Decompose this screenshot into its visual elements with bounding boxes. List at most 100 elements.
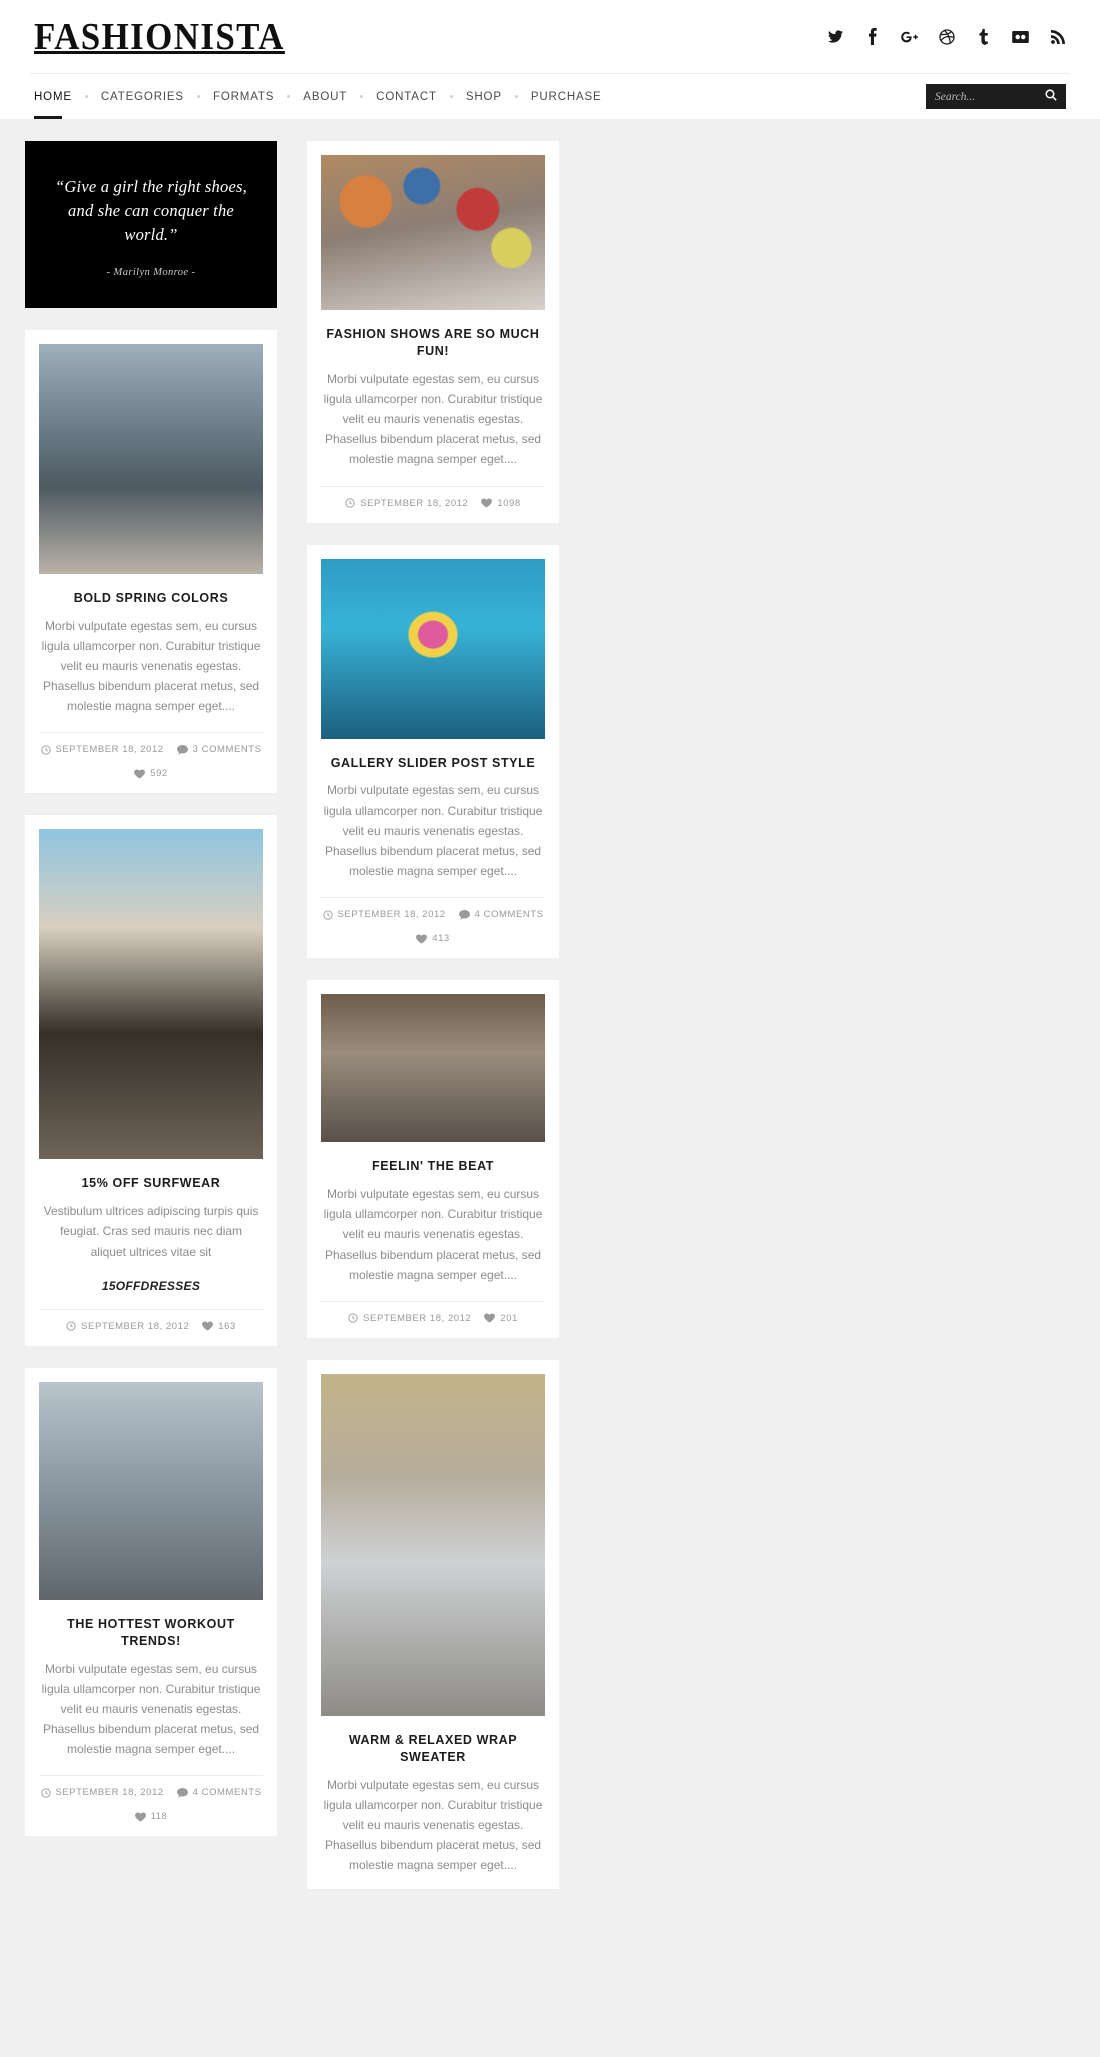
search-form [926,84,1066,109]
header-top-row: FASHIONISTA [30,0,1070,73]
coupon-code: 15OFFDRESSES [101,1278,201,1293]
post-likes[interactable]: 118 [134,1811,168,1823]
post-comments-label: 4 COMMENTS [474,909,544,921]
post-comments[interactable]: 4 COMMENTS [458,909,544,921]
post-meta: SEPTEMBER 18, 2012 4 COMMENTS 118 [39,1775,263,1822]
post-thumbnail[interactable] [321,155,545,310]
search-icon [1045,89,1057,104]
post-image [39,1381,263,1600]
post-likes[interactable]: 163 [202,1321,236,1332]
post-title[interactable]: 15% OFF SURFWEAR [39,1175,263,1192]
nav-item-shop[interactable]: SHOP [453,74,515,119]
quote-author: - Marilyn Monroe - [106,266,196,278]
post-likes[interactable]: 1098 [481,498,520,509]
post-excerpt: Morbi vulputate egestas sem, eu cursus l… [323,1187,543,1282]
nav-item-home[interactable]: HOME [34,74,85,119]
post-comments[interactable]: 4 COMMENTS [176,1787,262,1799]
post-date-label: SEPTEMBER 18, 2012 [360,497,469,509]
post-date[interactable]: SEPTEMBER 18, 2012 [348,1313,471,1324]
post-date-label: SEPTEMBER 18, 2012 [55,1787,164,1799]
post-thumbnail[interactable] [39,829,263,1160]
heart-icon [134,769,146,779]
post-likes-count: 1098 [497,497,521,509]
post-likes-count: 163 [218,1320,236,1332]
flickr-icon[interactable] [1012,27,1029,47]
masonry-column-right: FASHION SHOWS ARE SO MUCH FUN! Morbi vul… [307,141,559,1911]
post-likes[interactable]: 592 [134,768,168,779]
post-comments-label: 4 COMMENTS [192,1787,262,1799]
post-meta: SEPTEMBER 18, 2012 163 [39,1308,263,1332]
post-excerpt: Morbi vulputate egestas sem, eu cursus l… [323,783,543,879]
nav-item-about[interactable]: ABOUT [290,74,360,119]
post-likes-count: 118 [150,1811,168,1823]
post-thumbnail[interactable] [39,343,263,574]
post-image [39,829,263,1160]
post-meta: SEPTEMBER 18, 2012 3 COMMENTS 592 [39,732,263,779]
post-date-label: SEPTEMBER 18, 2012 [363,1312,472,1324]
post-likes-count: 592 [150,768,168,780]
post-excerpt: Morbi vulputate egestas sem, eu cursus l… [41,1661,261,1757]
post-date[interactable]: SEPTEMBER 18, 2012 [66,1321,189,1332]
post-image [321,155,545,310]
post-thumbnail[interactable] [321,1373,545,1716]
tumblr-icon[interactable] [975,27,992,47]
facebook-icon[interactable] [864,27,881,47]
clock-icon [345,498,355,508]
twitter-icon[interactable] [827,27,844,47]
post-thumbnail[interactable] [321,558,545,739]
rss-icon[interactable] [1049,27,1066,47]
comment-icon [458,909,470,920]
post-comments-label: 3 COMMENTS [192,744,262,756]
post-date[interactable]: SEPTEMBER 18, 2012 [345,498,468,509]
post-excerpt: Morbi vulputate egestas sem, eu cursus l… [323,371,543,467]
post-meta: SEPTEMBER 18, 2012 201 [321,1300,545,1324]
post-date[interactable]: SEPTEMBER 18, 2012 [322,909,446,920]
post-thumbnail[interactable] [321,994,545,1143]
nav-item-categories[interactable]: CATEGORIES [88,74,197,119]
post-likes[interactable]: 413 [416,933,450,944]
site-logo[interactable]: FASHIONISTA [34,18,285,56]
google-plus-icon[interactable] [901,27,918,47]
post-excerpt: Vestibulum ultrices adipiscing turpis qu… [43,1204,259,1259]
post-title[interactable]: WARM & RELAXED WRAP SWEATER [321,1732,545,1766]
post-card: THE HOTTEST WORKOUT TRENDS! Morbi vulput… [25,1367,277,1837]
clock-icon [322,910,333,920]
nav-item-contact[interactable]: CONTACT [363,74,450,119]
dribbble-icon[interactable] [938,27,955,47]
post-title[interactable]: FEELIN' THE BEAT [321,1158,545,1175]
heart-icon [484,1313,496,1323]
post-likes-count: 201 [500,1312,518,1324]
post-card: BOLD SPRING COLORS Morbi vulputate egest… [25,329,277,794]
quote-card: “Give a girl the right shoes, and she ca… [25,141,277,308]
post-card: FEELIN' THE BEAT Morbi vulputate egestas… [307,980,559,1338]
masonry-grid: “Give a girl the right shoes, and she ca… [25,141,1075,1911]
post-meta: SEPTEMBER 18, 2012 1098 [321,485,545,509]
quote-text: “Give a girl the right shoes, and she ca… [55,177,247,244]
search-button[interactable] [1045,89,1057,104]
site-header: FASHIONISTA HOME CATEGORIES FORMATS ABOU… [0,0,1100,119]
post-title[interactable]: FASHION SHOWS ARE SO MUCH FUN! [321,326,545,360]
post-image [39,343,263,574]
nav-item-formats[interactable]: FORMATS [200,74,287,119]
post-date[interactable]: SEPTEMBER 18, 2012 [40,744,164,756]
clock-icon [40,745,51,755]
post-likes[interactable]: 201 [484,1313,518,1324]
heart-icon [134,1812,146,1822]
post-card: 15% OFF SURFWEAR Vestibulum ultrices adi… [25,815,277,1346]
post-thumbnail[interactable] [39,1381,263,1600]
post-date[interactable]: SEPTEMBER 18, 2012 [40,1787,164,1799]
post-date-label: SEPTEMBER 18, 2012 [55,744,164,756]
search-input[interactable] [935,90,1045,103]
clock-icon [348,1313,358,1323]
post-title[interactable]: BOLD SPRING COLORS [39,590,263,607]
main-navigation: HOME CATEGORIES FORMATS ABOUT CONTACT SH… [34,74,615,119]
post-likes-count: 413 [432,933,450,945]
post-card: FASHION SHOWS ARE SO MUCH FUN! Morbi vul… [307,141,559,523]
post-image [321,994,545,1143]
post-comments[interactable]: 3 COMMENTS [176,744,262,756]
post-title[interactable]: THE HOTTEST WORKOUT TRENDS! [39,1616,263,1650]
heart-icon [202,1321,214,1331]
post-excerpt: Morbi vulputate egestas sem, eu cursus l… [323,1777,543,1873]
nav-item-purchase[interactable]: PURCHASE [518,74,615,119]
post-title[interactable]: GALLERY SLIDER POST STYLE [321,755,545,772]
